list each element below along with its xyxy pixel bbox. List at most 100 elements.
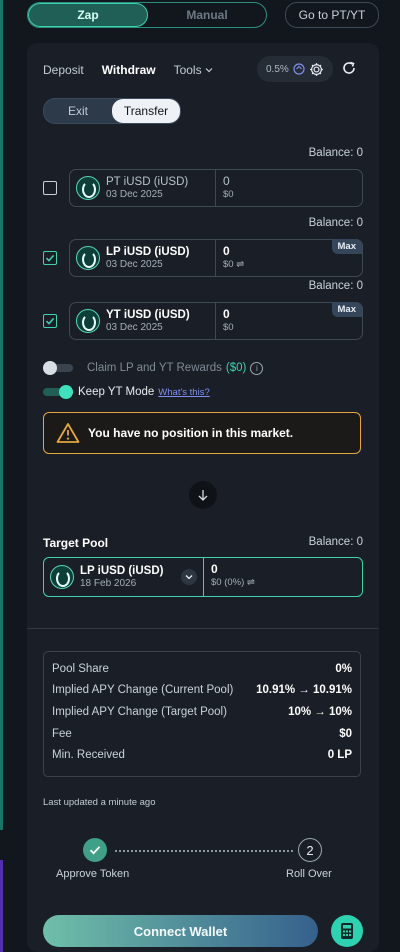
step-1-complete [83, 838, 107, 862]
asset-box: PT iUSD (iUSD) 03 Dec 2025 0 $0 [69, 169, 363, 207]
asset-date: 03 Dec 2025 [106, 322, 163, 333]
segment-exit[interactable]: Exit [44, 99, 112, 123]
lp-token-icon [50, 565, 74, 589]
section-divider [27, 628, 379, 629]
chevron-down-icon[interactable] [181, 569, 197, 585]
asset-date: 03 Dec 2025 [106, 259, 163, 270]
check-icon [45, 254, 55, 262]
claim-rewards-row: Claim LP and YT Rewards ($0) i [43, 361, 264, 375]
asset-info: PT iUSD (iUSD) 03 Dec 2025 [70, 170, 216, 206]
gear-icon[interactable] [309, 62, 324, 77]
action-tabs: Deposit Withdraw Tools [43, 63, 213, 77]
keep-yt-label: Keep YT Mode [78, 386, 155, 398]
connect-wallet-button[interactable]: Connect Wallet [43, 915, 318, 947]
warning-text: You have no position in this market. [88, 426, 294, 440]
target-amount-usd: $0 (0%) ⇌ [211, 577, 255, 588]
claim-rewards-toggle[interactable] [43, 361, 73, 375]
amount-usd: $0 [223, 189, 234, 200]
step-connector [115, 850, 293, 852]
left-accent-edge [0, 0, 3, 830]
keep-yt-row: Keep YT Mode What's this? [43, 385, 210, 399]
yt-token-icon [76, 309, 100, 333]
stat-value: $0 [339, 727, 352, 740]
asset-row-lp: LP iUSD (iUSD) 03 Dec 2025 0 $0 ⇌ Max [43, 239, 363, 277]
stat-label: Pool Share [52, 662, 109, 675]
stat-value: 10% → 10% [288, 705, 352, 718]
last-updated: Last updated a minute ago [43, 797, 156, 808]
step-2-indicator: 2 [298, 838, 322, 862]
main-card: Deposit Withdraw Tools 0.5% Exit Transfe… [27, 43, 379, 952]
stat-row: Pool Share 0% [52, 658, 352, 680]
calculator-icon [341, 923, 353, 939]
arrow-down-icon [189, 481, 217, 509]
target-pool-box: LP iUSD (iUSD) 18 Feb 2026 0 $0 (0%) ⇌ [43, 557, 363, 597]
asset-info: YT iUSD (iUSD) 03 Dec 2025 [70, 303, 216, 339]
mode-manual[interactable]: Manual [148, 3, 266, 27]
target-pool-name: LP iUSD (iUSD) [80, 565, 164, 577]
lp-token-icon [76, 246, 100, 270]
step-2-label: Roll Over [286, 868, 332, 880]
amount-input[interactable]: 0 $0 [216, 170, 362, 206]
stat-row: Fee $0 [52, 723, 352, 745]
max-button[interactable]: Max [331, 239, 362, 254]
asset-name: PT iUSD (iUSD) [106, 176, 189, 188]
summary-stats: Pool Share 0% Implied APY Change (Current… [43, 651, 361, 777]
target-amount: 0 $0 (0%) ⇌ [204, 558, 362, 596]
chevron-down-icon [205, 68, 213, 73]
mode-switch: Zap Manual [27, 2, 267, 28]
target-balance: Balance: 0 [308, 536, 363, 548]
asset-row-yt: YT iUSD (iUSD) 03 Dec 2025 0 $0 Max [43, 302, 363, 340]
slippage-value: 0.5% [266, 63, 289, 75]
asset-row-pt: PT iUSD (iUSD) 03 Dec 2025 0 $0 [43, 169, 363, 207]
target-pool-selector[interactable]: LP iUSD (iUSD) 18 Feb 2026 [44, 558, 204, 596]
asset-date: 03 Dec 2025 [106, 189, 163, 200]
calculator-button[interactable] [331, 915, 363, 947]
tab-tools-label: Tools [173, 63, 202, 77]
check-icon [89, 846, 101, 855]
stat-label: Implied APY Change (Current Pool) [52, 684, 234, 697]
auto-swap-icon [293, 63, 305, 75]
tab-withdraw[interactable]: Withdraw [102, 63, 156, 77]
amount-input[interactable]: 0 $0 ⇌ Max [216, 239, 362, 276]
whats-this-link[interactable]: What's this? [158, 387, 209, 398]
refresh-icon[interactable] [341, 60, 357, 81]
stat-label: Min. Received [52, 749, 125, 762]
amount-input[interactable]: 0 $0 Max [216, 302, 362, 339]
amount-usd: $0 [223, 322, 234, 333]
claim-rewards-value: ($0) [225, 362, 247, 374]
balance-label: Balance: 0 [308, 147, 363, 159]
asset-box: LP iUSD (iUSD) 03 Dec 2025 0 $0 ⇌ Max [69, 239, 363, 277]
go-to-pt-yt-button[interactable]: Go to PT/YT [285, 2, 379, 28]
no-position-warning: You have no position in this market. [43, 412, 361, 454]
slippage-settings[interactable]: 0.5% [257, 56, 333, 82]
mode-zap[interactable]: Zap [28, 3, 148, 27]
asset-name: LP iUSD (iUSD) [106, 246, 190, 258]
pt-token-icon [76, 176, 100, 200]
left-accent-edge-purple [0, 860, 3, 952]
pt-checkbox[interactable] [43, 181, 57, 195]
check-icon [45, 317, 55, 325]
stat-row: Implied APY Change (Current Pool) 10.91% … [52, 680, 352, 702]
claim-rewards-label: Claim LP and YT Rewards [87, 362, 222, 374]
progress-steps: 2 Approve Token Roll Over [43, 836, 363, 886]
tab-deposit[interactable]: Deposit [43, 63, 84, 77]
stat-label: Fee [52, 727, 72, 740]
balance-label: Balance: 0 [308, 217, 363, 229]
keep-yt-toggle[interactable] [43, 385, 73, 399]
asset-info: LP iUSD (iUSD) 03 Dec 2025 [70, 240, 216, 276]
max-button[interactable]: Max [331, 302, 362, 317]
asset-box: YT iUSD (iUSD) 03 Dec 2025 0 $0 Max [69, 302, 363, 340]
target-pool-date: 18 Feb 2026 [80, 578, 137, 589]
stat-value: 10.91% → 10.91% [256, 684, 352, 697]
lp-checkbox[interactable] [43, 251, 57, 265]
tab-tools[interactable]: Tools [174, 63, 213, 77]
step-1-label: Approve Token [56, 868, 130, 880]
target-amount-value: 0 [211, 562, 218, 576]
warning-icon [56, 423, 80, 443]
amount-value: 0 [223, 174, 230, 188]
stat-value: 0 LP [327, 749, 352, 762]
info-icon[interactable]: i [250, 361, 264, 375]
stat-row: Implied APY Change (Target Pool) 10% → 10… [52, 701, 352, 723]
yt-checkbox[interactable] [43, 314, 57, 328]
segment-transfer[interactable]: Transfer [112, 99, 180, 123]
